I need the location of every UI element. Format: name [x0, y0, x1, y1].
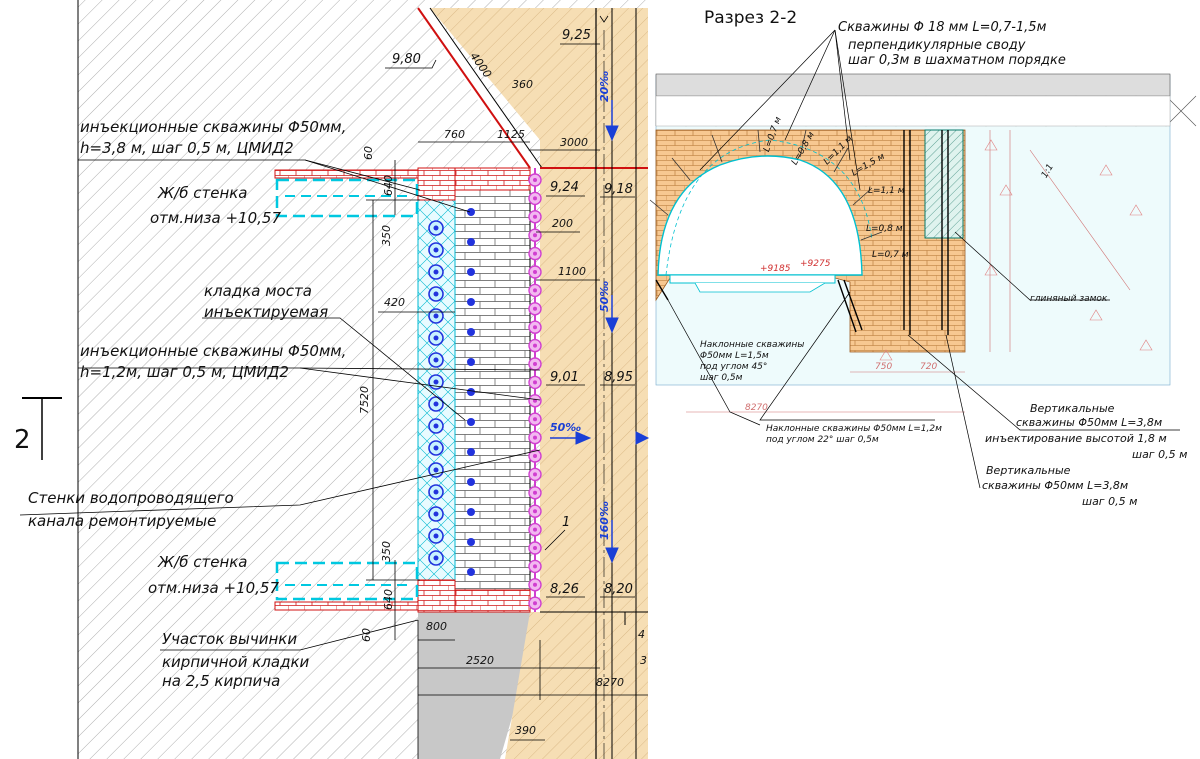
level-980: 9,80: [392, 52, 421, 67]
dim-8270: 8270: [596, 676, 624, 689]
sec-l-08: L=0,8 м: [790, 130, 817, 167]
level-924: 9,24: [550, 180, 579, 195]
sec-incl22: Наклонные скважины Φ50мм L=1,2м: [766, 424, 942, 434]
sec-vert-b-2: скважины Φ50мм L=3,8м: [982, 479, 1129, 492]
level-895: 8,95: [604, 370, 633, 385]
note-removal-3: на 2,5 кирпича: [162, 672, 281, 690]
dim-640-bot: 640: [382, 589, 395, 610]
note-rc-top: Ж/б стенка: [158, 184, 248, 202]
sec-dim-720: 720: [920, 362, 938, 372]
sec-dim-750: 750: [875, 362, 893, 372]
dim-200: 200: [552, 217, 573, 230]
sec-incl45: Наклонные скважины: [700, 340, 805, 350]
dim-1125: 1125: [497, 128, 525, 141]
marker-1: 1: [562, 515, 571, 530]
dim-420: 420: [384, 296, 405, 309]
slope-50-h: 50‰: [550, 421, 582, 434]
level-820: 8,20: [604, 582, 633, 597]
dim-360: 360: [512, 78, 533, 91]
section-mark: 2: [14, 425, 31, 455]
sec-vert-a: Вертикальные: [1030, 402, 1115, 415]
note-holes-mid-2: h=1,2м, шаг 0,5 м, ЦМИД2: [80, 363, 289, 381]
slope-20: 20‰: [598, 70, 611, 102]
slope-50-v: 50‰: [598, 280, 611, 312]
dim-4: 4: [638, 628, 645, 641]
sec-incl45-3: под углом 45°: [700, 362, 768, 372]
dim-2520: 2520: [466, 654, 494, 667]
sec-clay-lock: глиняный замок: [1030, 294, 1108, 304]
level-826: 8,26: [550, 582, 579, 597]
dim-4000: 4000: [467, 50, 495, 81]
sec-l-11: L=1,1 м: [822, 134, 855, 168]
level-918: 9,18: [604, 182, 633, 197]
sec-l-15: L=1,5 м: [850, 151, 887, 179]
sec-vert-a-3: инъектирование высотой 1,8 м: [985, 432, 1167, 445]
level-901: 9,01: [550, 370, 579, 385]
sec-top-note: Скважины Φ 18 мм L=0,7-1,5м: [838, 20, 1047, 35]
note-rc-bot: Ж/б стенка: [158, 553, 248, 571]
dim-1100: 1100: [558, 265, 586, 278]
dim-7520: 7520: [358, 386, 371, 414]
sec-incl45-2: Φ50мм L=1,5м: [700, 351, 769, 361]
level-925: 9,25: [562, 28, 591, 43]
note-holes-top-2: h=3,8 м, шаг 0,5 м, ЦМИД2: [80, 139, 294, 157]
slope-160: 160‰: [598, 501, 611, 540]
note-bridge-2: инъектируемая: [204, 303, 329, 321]
sec-angle: 1:1: [1040, 162, 1056, 180]
dim-60-top: 60: [362, 146, 375, 160]
sec-incl22-2: под углом 22° шаг 0,5м: [766, 435, 879, 445]
dim-3000: 3000: [560, 136, 588, 149]
dim-640-top: 640: [382, 175, 395, 196]
note-removal-2: кирпичной кладки: [162, 653, 310, 671]
dim-60-bot: 60: [360, 628, 373, 642]
sec-dim-8270: 8270: [745, 403, 768, 413]
dim-3: 3: [640, 654, 647, 667]
dim-350-top: 350: [380, 225, 393, 246]
note-rc-top-2: отм.низа +10,57: [150, 209, 282, 227]
sec-top-note-2: перпендикулярные своду: [848, 38, 1026, 53]
dim-800: 800: [426, 620, 447, 633]
note-canal-2: канала ремонтируемые: [28, 512, 217, 530]
sec-l-11b: L=1,1 м: [868, 186, 905, 196]
dim-390: 390: [515, 724, 536, 737]
note-holes-top: инъекционные скважины Φ50мм,: [80, 118, 347, 136]
note-rc-bot-2: отм.низа +10,57: [148, 579, 280, 597]
text-layer: .t { position:absolute; font-family:"Dej…: [0, 0, 1200, 759]
section-title: Разрез 2-2: [704, 8, 798, 28]
sec-vert-b-3: шаг 0,5 м: [1082, 495, 1138, 508]
note-canal: Стенки водопроводящего: [28, 489, 234, 507]
sec-vert-a-4: шаг 0,5 м: [1132, 448, 1188, 461]
dim-350-bot: 350: [380, 541, 393, 562]
sec-l-08b: L=0,8 м: [866, 224, 903, 234]
sec-level-9275: +9275: [800, 259, 831, 269]
sec-top-note-3: шаг 0,3м в шахматном порядке: [848, 53, 1066, 68]
sec-l-07b: L=0,7 м: [872, 250, 909, 260]
note-bridge: кладка моста: [204, 282, 312, 300]
sec-incl45-4: шаг 0,5м: [700, 373, 743, 383]
sec-vert-a-2: скважины Φ50мм L=3,8м: [1016, 416, 1163, 429]
dim-760: 760: [444, 128, 465, 141]
note-removal: Участок вычинки: [162, 630, 298, 648]
note-holes-mid: инъекционные скважины Φ50мм,: [80, 342, 347, 360]
sec-l-07: L=0,7 м: [762, 115, 784, 154]
sec-level-9185: +9185: [760, 264, 791, 274]
sec-vert-b: Вертикальные: [986, 464, 1071, 477]
